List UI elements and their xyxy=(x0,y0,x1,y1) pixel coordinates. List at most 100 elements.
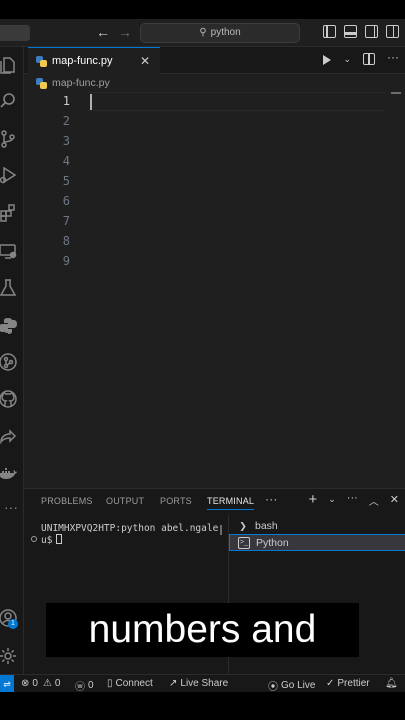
editor-tab-bar: map-func.py ✕ ⌄ ··· xyxy=(24,47,405,74)
terminal-scrollbar[interactable] xyxy=(220,525,222,535)
tab-label: map-func.py xyxy=(52,55,113,67)
run-and-debug-icon[interactable] xyxy=(0,164,22,186)
terminal-cursor xyxy=(56,534,63,544)
forward-arrow-icon[interactable]: → xyxy=(118,24,132,40)
testing-icon[interactable] xyxy=(0,277,22,299)
text-cursor xyxy=(90,94,92,110)
chevron-down-icon[interactable]: ⌄ xyxy=(328,494,336,508)
terminal-item-label: Python xyxy=(256,536,289,549)
accounts-icon[interactable]: 1 xyxy=(0,607,22,629)
python-file-icon xyxy=(36,55,47,67)
connect-label: Connect xyxy=(115,678,153,689)
line-number: 3 xyxy=(62,134,70,148)
terminal-prompt-line-1: UNIMHXPVQ2HTP:python abel.ngale xyxy=(41,523,219,534)
back-arrow-icon[interactable]: ← xyxy=(96,24,110,40)
info-status[interactable]: ⓦ 0 xyxy=(75,678,94,693)
terminal-prompt-line-2: u$ xyxy=(41,534,63,548)
breadcrumb: map-func.py xyxy=(24,74,405,92)
chevron-down-icon[interactable]: ⌄ xyxy=(343,54,351,65)
search-icon: ⚲ xyxy=(199,27,207,38)
panel-tab-bar: PROBLEMS OUTPUT PORTS TERMINAL ··· + ⌄ ·… xyxy=(24,489,405,515)
warning-icon: ⚠ xyxy=(42,678,52,689)
terminal-item-python[interactable]: >_ Python xyxy=(229,534,405,551)
line-number: 8 xyxy=(62,234,70,248)
line-number: 5 xyxy=(62,174,70,188)
live-share-status[interactable]: ↗ Live Share xyxy=(169,678,228,689)
line-number: 1 xyxy=(62,94,70,108)
toggle-primary-sidebar-icon[interactable] xyxy=(323,25,336,38)
line-number-gutter: 1 2 3 4 5 6 7 8 9 xyxy=(24,92,74,488)
title-bar: ← → ⚲ python xyxy=(0,19,405,47)
line-number: 7 xyxy=(62,214,70,228)
search-text: python xyxy=(210,27,241,38)
notifications-bell-icon[interactable]: 🔔︎ xyxy=(385,678,401,689)
docker-icon[interactable] xyxy=(0,463,22,485)
tab-map-func[interactable]: map-func.py ✕ xyxy=(28,47,160,74)
tab-terminal[interactable]: TERMINAL xyxy=(207,496,255,510)
screen-bottom-margin xyxy=(0,692,405,720)
tab-output[interactable]: OUTPUT xyxy=(106,496,144,506)
command-decoration-icon xyxy=(31,536,37,542)
terminal-item-label: bash xyxy=(255,519,278,532)
more-actions-icon[interactable]: ··· xyxy=(387,50,399,65)
go-live-label: Go Live xyxy=(281,680,316,691)
gitlens-icon[interactable] xyxy=(0,351,22,373)
window-control-pill[interactable] xyxy=(0,25,30,41)
search-icon[interactable] xyxy=(0,90,22,112)
bell-glyph: 🔔︎ xyxy=(385,678,398,689)
tab-ports[interactable]: PORTS xyxy=(160,496,192,506)
warning-count: 0 xyxy=(54,678,61,689)
close-icon[interactable]: ✕ xyxy=(140,54,150,68)
line-number: 2 xyxy=(62,114,70,128)
activity-bar: ··· 1 xyxy=(0,47,24,674)
more-views-icon[interactable]: ··· xyxy=(0,498,22,520)
toggle-panel-icon[interactable] xyxy=(344,25,357,38)
panel-actions: + ⌄ ··· ︿ ✕ xyxy=(308,491,399,508)
panel-more-icon[interactable]: ··· xyxy=(265,492,278,506)
manage-gear-icon[interactable] xyxy=(0,645,22,667)
new-terminal-plus-icon[interactable]: + xyxy=(308,491,317,508)
editor-actions: ⌄ ··· xyxy=(323,50,399,65)
broadcast-icon: ⓦ xyxy=(75,682,85,693)
radio-tower-icon: ⦿ xyxy=(268,682,278,693)
extensions-icon[interactable] xyxy=(0,202,22,224)
maximize-panel-icon[interactable]: ︿ xyxy=(369,493,379,508)
prettier-status[interactable]: ✓ Prettier xyxy=(326,678,370,689)
go-live-status[interactable]: ⦿ Go Live xyxy=(268,678,315,693)
problems-status[interactable]: ⊗ 0 ⚠ 0 xyxy=(21,678,60,689)
remote-indicator-icon[interactable]: ⇌ xyxy=(0,675,14,693)
breadcrumb-file[interactable]: map-func.py xyxy=(52,77,110,89)
run-python-file-icon[interactable] xyxy=(323,55,332,65)
close-panel-icon[interactable]: ✕ xyxy=(390,493,399,508)
error-icon: ⊗ xyxy=(21,678,30,689)
terminal-icon: >_ xyxy=(238,536,250,549)
toggle-secondary-sidebar-icon[interactable] xyxy=(365,25,378,38)
command-center-search[interactable]: ⚲ python xyxy=(140,23,300,43)
info-count: 0 xyxy=(88,680,94,691)
plug-icon: ▯ xyxy=(107,678,113,689)
connect-status[interactable]: ▯ Connect xyxy=(107,678,153,689)
line-number: 9 xyxy=(62,254,70,268)
more-actions-icon[interactable]: ··· xyxy=(347,492,358,508)
github-icon[interactable] xyxy=(0,388,22,410)
video-caption: numbers and xyxy=(46,603,359,657)
live-share-icon: ↗ xyxy=(169,678,178,689)
remote-explorer-icon[interactable] xyxy=(0,240,22,262)
bash-icon: ❯ xyxy=(239,520,247,531)
double-check-icon: ✓ xyxy=(326,678,335,689)
current-line-highlight xyxy=(86,92,386,111)
split-editor-icon[interactable] xyxy=(363,53,375,65)
python-icon[interactable] xyxy=(0,315,22,337)
tab-problems[interactable]: PROBLEMS xyxy=(41,496,93,506)
line-number: 6 xyxy=(62,194,70,208)
terminal-item-bash[interactable]: ❯ bash xyxy=(229,517,405,534)
source-control-icon[interactable] xyxy=(0,128,22,150)
status-bar: ⇌ ⊗ 0 ⚠ 0 ⓦ 0 ▯ Connect ↗ Live Share ⦿ Go Live… xyxy=(0,674,405,693)
code-editor[interactable]: 1 2 3 4 5 6 7 8 9 xyxy=(24,92,405,488)
customize-layout-icon[interactable] xyxy=(386,25,399,38)
live-share-icon[interactable] xyxy=(0,426,22,448)
screen-top-margin xyxy=(0,0,405,19)
python-file-icon xyxy=(36,77,47,89)
explorer-icon[interactable] xyxy=(0,54,22,76)
live-share-label: Live Share xyxy=(180,678,229,689)
